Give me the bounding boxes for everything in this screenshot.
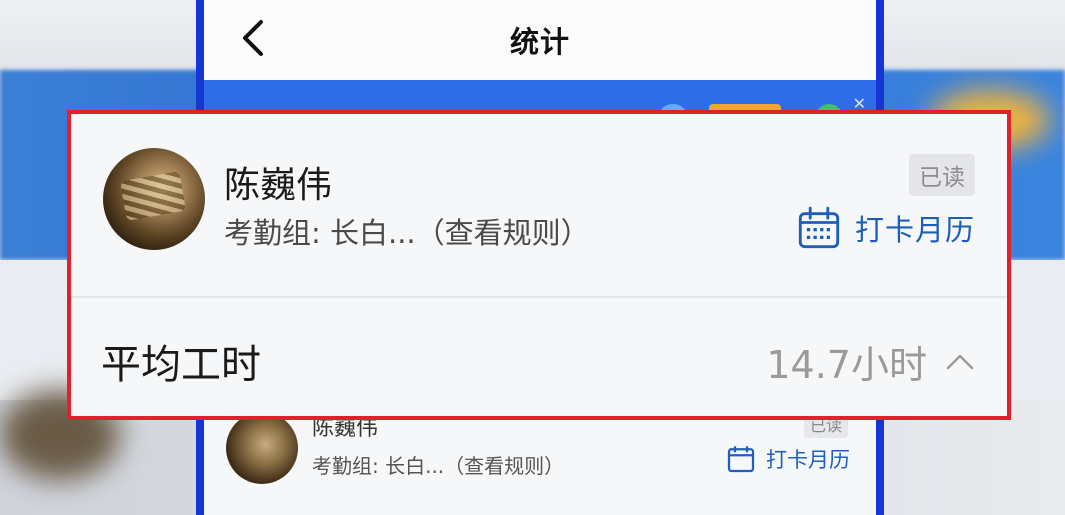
- divider: [71, 296, 1007, 298]
- read-badge: 已读: [909, 154, 975, 196]
- calendar-label: 打卡月历: [854, 213, 975, 247]
- back-button[interactable]: [232, 18, 272, 58]
- calendar-label: 打卡月历: [766, 448, 850, 472]
- chevron-up-icon: [946, 354, 974, 369]
- highlighted-employee-card: 陈巍伟 考勤组: 长白... （查看规则） 已读 打卡月历 平均工时 14.7小…: [67, 110, 1011, 420]
- calendar-icon: [798, 206, 840, 249]
- avatar: [226, 412, 298, 484]
- attendance-group: 考勤组: 长白... （查看规则）: [224, 210, 590, 252]
- attendance-group: 考勤组: 长白...（查看规则）: [312, 450, 564, 479]
- average-hours-toggle[interactable]: 14.7小时: [766, 334, 975, 389]
- average-hours-value: 14.7小时: [766, 343, 927, 387]
- view-rules-link[interactable]: （查看规则）: [444, 454, 564, 478]
- employee-name: 陈巍伟: [224, 165, 333, 206]
- attendance-calendar-link[interactable]: 打卡月历: [797, 206, 975, 250]
- average-hours-label: 平均工时: [101, 342, 261, 388]
- view-rules-link[interactable]: （查看规则）: [416, 210, 590, 252]
- attendance-group-label: 考勤组: 长白...: [312, 454, 445, 478]
- chevron-left-icon: [243, 20, 263, 56]
- page-title: 统计: [509, 25, 570, 59]
- avatar: [103, 148, 205, 250]
- attendance-group-label: 考勤组: 长白...: [224, 216, 416, 250]
- attendance-calendar-link[interactable]: 打卡月历: [726, 444, 850, 474]
- calendar-icon: [727, 446, 755, 473]
- navigation-bar: 统计: [204, 0, 876, 80]
